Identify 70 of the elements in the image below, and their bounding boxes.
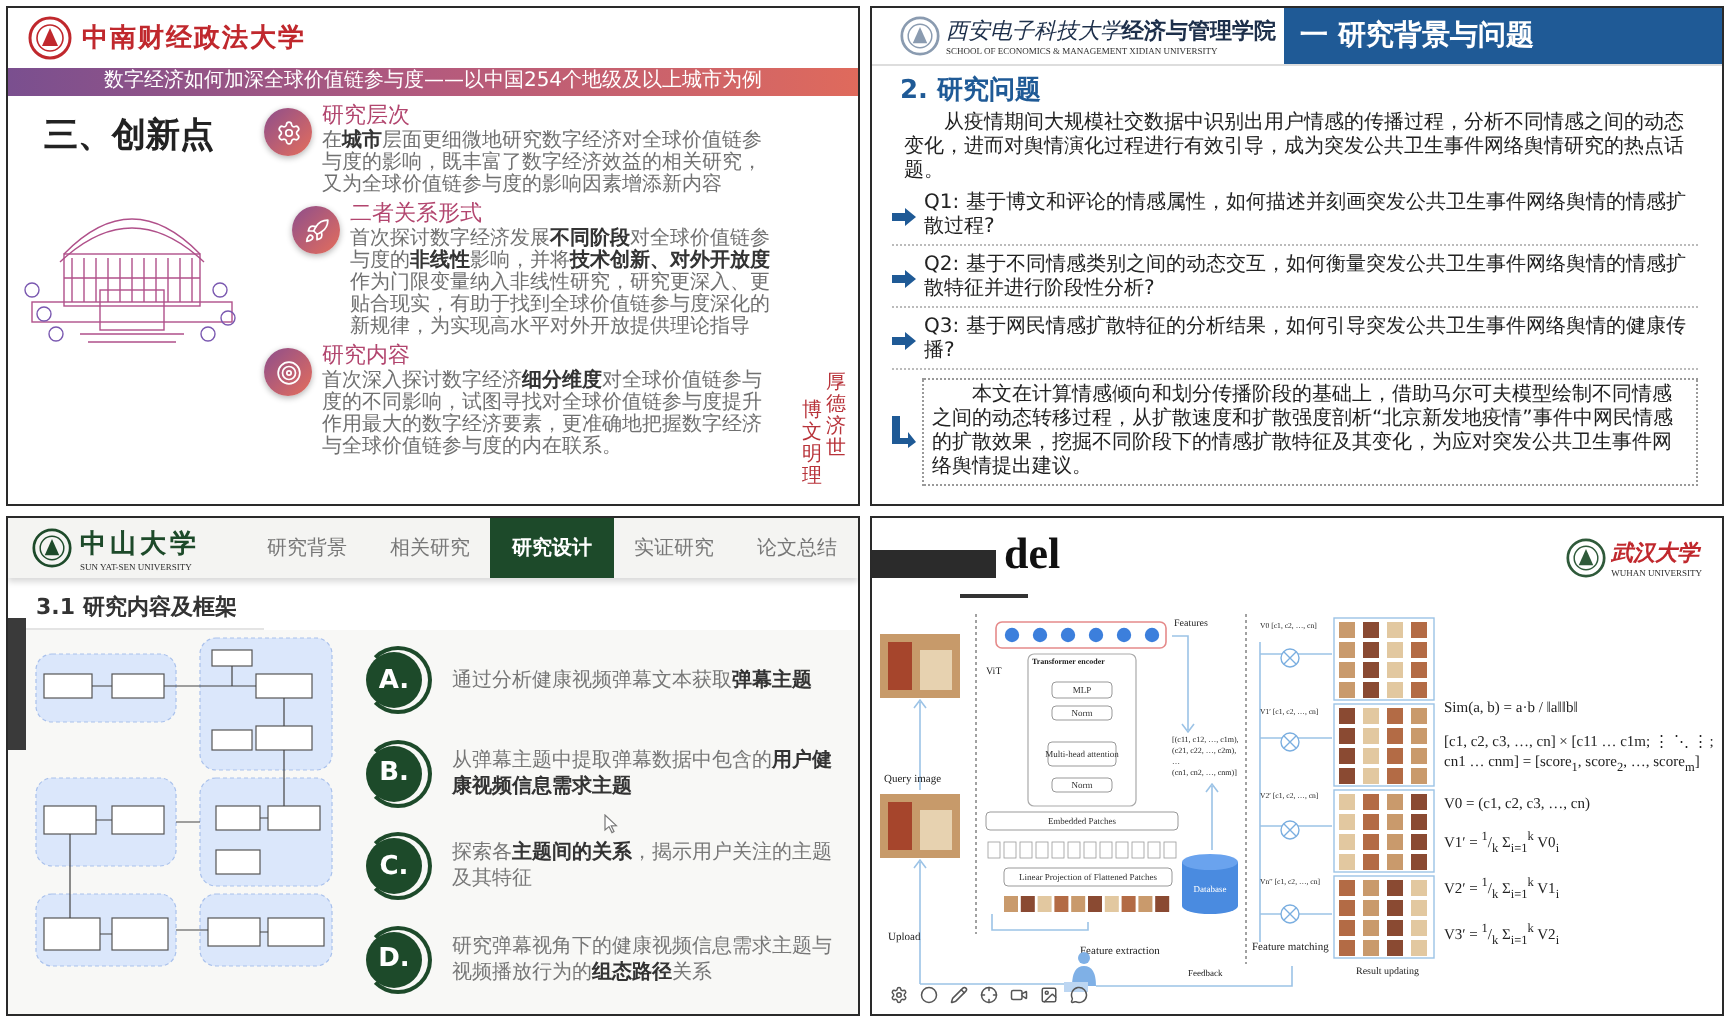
gear-icon (264, 108, 312, 156)
circle-icon[interactable] (918, 984, 938, 1004)
step-description: 探索各主题间的关系，揭示用户关注的主题及其特征 (452, 840, 834, 893)
point-description: 在城市层面更细微地研究数字经济对全球价值链参与度的影响，既丰富了数字经济效益的相关研究，又为全球价值链参与度的影响因素增添新内容 (322, 130, 764, 196)
step-description: 从弹幕主题中提取弹幕数据中包含的用户健康视频信息需求主题 (452, 747, 834, 800)
step-letter-badge: D. (366, 931, 422, 988)
image-icon[interactable] (1038, 984, 1058, 1004)
chat-icon[interactable] (1068, 984, 1088, 1004)
research-question: Q1: 基于博文和评论的情感属性，如何描述并刻画突发公共卫生事件网络舆情的情感扩散过程? (924, 192, 1688, 240)
nav-tab[interactable]: 相关研究 (368, 518, 491, 578)
painting-photo-placeholder (880, 634, 960, 698)
motto-calligraphy: 厚德济世 (826, 372, 846, 460)
point-heading: 二者关系形式 (350, 202, 484, 227)
multiply-icon (1280, 820, 1300, 840)
title-underline (960, 594, 1028, 598)
nav-tab[interactable]: 研究设计 (490, 518, 614, 578)
step-letter-badge: A. (366, 652, 422, 709)
university-emblem-icon (28, 16, 72, 60)
university-emblem-icon (900, 16, 940, 56)
arrow-right-icon (892, 331, 916, 349)
intro-paragraph: 从疫情期间大规模社交数据中识别出用户情感的传播过程，分析不同情感之间的动态变化，进而对舆情演化过程进行有效引导，成为突发公共卫生事件网络舆情研究的热点话题。 (902, 112, 1686, 184)
result-thumbnail-grid (1333, 789, 1435, 873)
university-logo-text: 西安电子科技大学 (946, 17, 1122, 46)
title-banner: 数字经济如何加深全球价值链参与度——以中国254个地级及以上城市为例 (8, 68, 858, 96)
settings-icon[interactable] (888, 984, 908, 1004)
research-question: Q3: 基于网民情感扩散特征的分析结果，如何引导突发公共卫生事件网络舆情的健康传播? (924, 316, 1688, 364)
point-heading: 研究层次 (322, 104, 412, 128)
result-thumbnail-grid (1333, 617, 1435, 701)
step-letter-badge: B. (366, 745, 422, 802)
flow-arrow (1205, 782, 1219, 851)
side-panel-handle[interactable] (8, 618, 26, 750)
multiply-icon (1280, 732, 1300, 752)
university-emblem-icon (1565, 538, 1606, 578)
multiply-icon (1280, 904, 1300, 924)
crosshair-icon[interactable] (978, 984, 998, 1004)
nav-tab[interactable]: 实证研究 (613, 518, 736, 578)
step-description: 研究弹幕视角下的健康视频信息需求主题与视频播放行为的组态路径关系 (452, 933, 834, 986)
college-name: 经济与管理学院 (1122, 16, 1276, 46)
point-heading: 研究内容 (322, 344, 412, 369)
slide-heading: 2. 研究问题 (898, 73, 1044, 108)
nav-tab[interactable]: 论文总结 (735, 518, 858, 578)
university-logo-text: 中山大学 (80, 525, 200, 561)
step-description: 通过分析健康视频弹幕文本获取弹幕主题 (452, 667, 812, 694)
university-emblem-icon (32, 528, 72, 568)
step-letter-badge: C. (366, 838, 422, 895)
pen-icon[interactable] (948, 984, 968, 1004)
corner-arrow-icon (892, 416, 916, 448)
slide-title: del (1002, 526, 1061, 582)
slide-title: 三、创新点 (42, 114, 216, 158)
section-title-bar: 一 研究背景与问题 (1284, 8, 1722, 64)
research-question: Q2: 基于不同情感类别之间的动态交互，如何衡量突发公共卫生事件网络舆情的情感扩散特征并进行阶段性分析? (924, 254, 1688, 302)
result-thumbnail-grid (1333, 875, 1435, 959)
result-thumbnail-grid (1333, 703, 1435, 787)
university-logo-text: 武汉大学 (1611, 539, 1702, 568)
video-icon[interactable] (1008, 984, 1028, 1004)
target-icon (264, 348, 312, 396)
cursor-icon (604, 814, 618, 834)
point-description: 首次探讨数字经济发展不同阶段对全球价值链参与度的非线性影响，并将技术创新、对外开放度作为门限变量纳入非线性研究，研究更深入、更贴合现实，有助于找到全球价值链参与度深化的新规律，为实现高水平对外开放提供理论指导 (350, 228, 772, 338)
university-logo-text: 中南财经政法大学 (82, 20, 306, 56)
user-at-computer-icon (1064, 952, 1096, 992)
point-description: 首次深入探讨数字经济细分维度对全球价值链参与度的不同影响，试图寻找对全球价值链参与度提升作用最大的数字经济要素，更准确地把握数字经济与全球价值链参与度的内在联系。 (322, 370, 764, 458)
flow-arrow (1171, 635, 1195, 734)
arrow-right-icon (892, 269, 916, 287)
motto-calligraphy: 博文明理 (802, 400, 822, 488)
rocket-icon (292, 206, 340, 254)
nav-tab[interactable]: 研究背景 (246, 518, 369, 578)
multiply-icon (1280, 648, 1300, 668)
arrow-right-icon (892, 207, 916, 225)
painting-photo-placeholder (880, 794, 960, 858)
summary-paragraph: 本文在计算情感倾向和划分传播阶段的基础上，借助马尔可夫模型绘制不同情感之间的动态转移过程，从扩散速度和扩散强度剖析“北京新发地疫情”事件中网民情感的扩散效果，挖掘不同阶段下的情感扩散特征及其变化，为应对突发公共卫生事件网络舆情提出建议。 (922, 378, 1698, 486)
